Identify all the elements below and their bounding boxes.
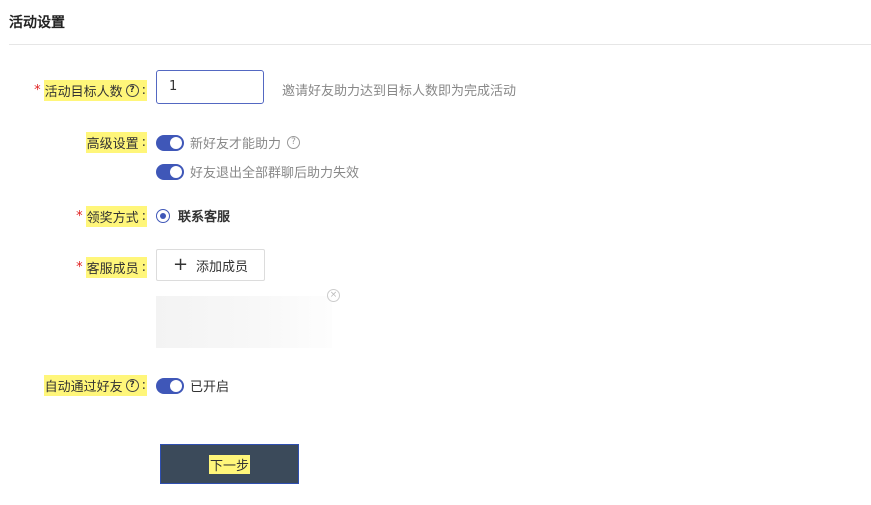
auto-accept-row: 已开启 <box>156 376 229 395</box>
service-label: * 客服成员 : <box>76 257 147 278</box>
next-step-label: 下一步 <box>208 454 250 474</box>
reward-option-label: 联系客服 <box>178 210 231 225</box>
advanced-label: 高级设置 : <box>85 132 147 153</box>
add-member-button[interactable]: + 添加成员 <box>156 249 265 281</box>
target-label-text-wrap: 活动目标人数 ? : <box>43 80 147 101</box>
add-member-label: 添加成员 <box>196 259 249 275</box>
help-icon[interactable]: ? <box>287 136 301 149</box>
target-label: * 活动目标人数 ? : <box>34 80 147 101</box>
new-friend-only-row: 新好友才能助力 ? <box>156 133 301 152</box>
help-icon[interactable]: ? <box>125 379 139 392</box>
help-icon[interactable]: ? <box>125 84 139 97</box>
label-colon: : <box>141 378 146 393</box>
label-colon: : <box>141 83 146 98</box>
leave-group-invalid-row: 好友退出全部群聊后助力失效 <box>156 162 359 181</box>
required-mark: * <box>76 209 83 224</box>
reward-radio-option[interactable]: 联系客服 <box>156 206 230 225</box>
plus-icon: + <box>172 254 189 275</box>
auto-accept-status: 已开启 <box>190 380 230 395</box>
auto-accept-label-text: 自动通过好友 <box>44 380 123 395</box>
label-colon: : <box>141 209 146 224</box>
new-friend-only-toggle[interactable] <box>156 134 184 151</box>
required-mark: * <box>76 260 83 275</box>
target-label-text: 活动目标人数 <box>44 85 123 100</box>
member-card <box>156 296 332 348</box>
required-mark: * <box>34 83 41 98</box>
auto-accept-toggle[interactable] <box>156 377 184 394</box>
next-step-button[interactable]: 下一步 <box>160 444 299 484</box>
radio-selected-icon[interactable] <box>156 208 170 223</box>
auto-accept-label: 自动通过好友 ? : <box>43 375 147 396</box>
advanced-label-text-wrap: 高级设置 : <box>85 132 147 153</box>
auto-accept-label-text-wrap: 自动通过好友 ? : <box>43 375 147 396</box>
leave-group-invalid-label: 好友退出全部群聊后助力失效 <box>190 166 360 181</box>
reward-label: * 领奖方式 : <box>76 206 147 227</box>
service-label-text-wrap: 客服成员 : <box>85 257 147 278</box>
reward-label-text-wrap: 领奖方式 : <box>85 206 147 227</box>
target-hint: 邀请好友助力达到目标人数即为完成活动 <box>282 84 517 99</box>
label-colon: : <box>141 135 146 150</box>
new-friend-only-label: 新好友才能助力 <box>190 137 282 152</box>
section-divider <box>9 44 871 45</box>
label-colon: : <box>141 260 146 275</box>
section-title: 活动设置 <box>9 15 65 31</box>
target-count-input[interactable]: 1 <box>156 70 264 104</box>
advanced-label-text: 高级设置 <box>86 137 139 152</box>
leave-group-invalid-toggle[interactable] <box>156 163 184 180</box>
close-icon[interactable]: × <box>327 289 340 302</box>
reward-label-text: 领奖方式 <box>86 211 139 226</box>
service-label-text: 客服成员 <box>86 262 139 277</box>
